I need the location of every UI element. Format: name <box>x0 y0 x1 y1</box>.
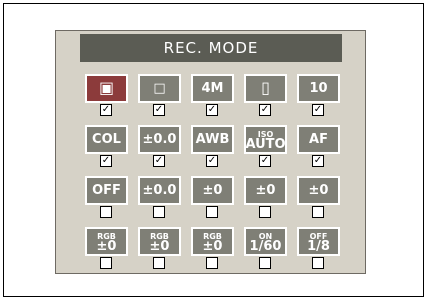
menu-item-r1-c5[interactable]: 10 <box>297 74 340 103</box>
color-mode-icon: COL <box>92 132 121 147</box>
menu-item-r3-c2[interactable]: ±0.0 <box>138 176 181 205</box>
single-frame-icon: □ <box>153 81 166 96</box>
face-detect-icon: OFF <box>92 183 121 198</box>
menu-item-r3-c3[interactable]: ±0 <box>191 176 234 205</box>
menu-item-r2-c5[interactable]: AF <box>297 125 340 154</box>
menu-item-value: ±0 <box>202 238 223 254</box>
menu-item-r3-c4[interactable]: ±0 <box>244 176 287 205</box>
image-size-icon: 4M <box>201 81 224 96</box>
menu-item-value: ±0 <box>96 238 117 254</box>
menu-item-r1-c2[interactable]: □ <box>138 74 181 103</box>
menu-title: REC. MODE <box>80 34 342 62</box>
menu-item-value: 1/60 <box>249 238 282 254</box>
menu-item-value: AF <box>309 132 328 147</box>
menu-item-r4-c2[interactable]: RGB ±0 <box>138 227 181 256</box>
program-camera-icon: ▣ <box>99 80 114 96</box>
menu-item-value: 10 <box>309 81 328 96</box>
checkbox-r2-c2[interactable]: ✓ <box>153 155 165 167</box>
menu-item-value: ±0 <box>202 183 223 198</box>
blue-adjust-icon: RGB ±0 <box>202 232 223 254</box>
menu-item-r4-c3[interactable]: RGB ±0 <box>191 227 234 256</box>
checkbox-r2-c4[interactable]: ✓ <box>259 155 271 167</box>
checkbox-r4-c2[interactable] <box>153 257 165 269</box>
memory-card-icon: ▯ <box>261 80 270 96</box>
checkbox-r1-c2[interactable]: ✓ <box>153 104 165 116</box>
checkbox-r3-c4[interactable] <box>259 206 271 218</box>
autofocus-icon: AF <box>309 132 328 147</box>
checkbox-r1-c5[interactable]: ✓ <box>312 104 324 116</box>
checkbox-r2-c3[interactable]: ✓ <box>206 155 218 167</box>
checkbox-r2-c5[interactable]: ✓ <box>312 155 324 167</box>
green-adjust-icon: RGB ±0 <box>149 232 170 254</box>
checkbox-r3-c5[interactable] <box>312 206 324 218</box>
menu-item-r1-c3[interactable]: 4M <box>191 74 234 103</box>
checkbox-r2-c1[interactable]: ✓ <box>100 155 112 167</box>
glyph: ▣ <box>98 78 115 97</box>
menu-item-value: 1/8 <box>307 238 330 254</box>
menu-item-value: ±0.0 <box>142 183 177 198</box>
menu-item-r4-c5[interactable]: OFF 1/8 <box>297 227 340 256</box>
menu-item-r1-c4[interactable]: ▯ <box>244 74 287 103</box>
checkbox-r1-c3[interactable]: ✓ <box>206 104 218 116</box>
menu-item-value: ±0 <box>255 183 276 198</box>
checkbox-r3-c2[interactable] <box>153 206 165 218</box>
menu-item-value: ±0 <box>308 183 329 198</box>
glyph: ▯ <box>261 78 270 97</box>
menu-item-r2-c3[interactable]: AWB <box>191 125 234 154</box>
checkbox-r4-c3[interactable] <box>206 257 218 269</box>
menu-item-r2-c1[interactable]: COL <box>85 125 128 154</box>
contrast-icon: ±0 <box>255 183 276 198</box>
checkbox-r3-c1[interactable] <box>100 206 112 218</box>
menu-item-value: OFF <box>92 183 121 198</box>
menu-item-r1-c1[interactable]: ▣ <box>85 74 128 103</box>
menu-item-value: COL <box>92 132 121 147</box>
menu-item-value: 4M <box>201 81 224 96</box>
white-balance-icon: AWB <box>195 132 230 147</box>
menu-item-r3-c5[interactable]: ±0 <box>297 176 340 205</box>
sharpness-icon: ±0 <box>308 183 329 198</box>
menu-item-value: □ <box>153 81 166 96</box>
checkbox-r1-c1[interactable]: ✓ <box>100 104 112 116</box>
menu-item-value: ±0 <box>149 238 170 254</box>
menu-item-r2-c4[interactable]: ISO AUTO <box>244 125 287 154</box>
flash-off-speed-icon: OFF 1/8 <box>307 232 330 254</box>
checkbox-r3-c3[interactable] <box>206 206 218 218</box>
saturation-icon: ±0 <box>202 183 223 198</box>
flash-comp-icon: ±0.0 <box>142 183 177 198</box>
self-timer-icon: 10 <box>309 81 328 96</box>
menu-item-r4-c4[interactable]: ON 1/60 <box>244 227 287 256</box>
red-adjust-icon: RGB ±0 <box>96 232 117 254</box>
menu-item-value: AUTO <box>245 136 286 152</box>
checkbox-r4-c5[interactable] <box>312 257 324 269</box>
menu-item-value: AWB <box>195 132 230 147</box>
iso-icon: ISO AUTO <box>245 130 286 152</box>
checkbox-r4-c1[interactable] <box>100 257 112 269</box>
menu-item-value: ±0.0 <box>142 132 177 147</box>
exposure-comp-icon: ±0.0 <box>142 132 177 147</box>
checkbox-r4-c4[interactable] <box>259 257 271 269</box>
flash-on-speed-icon: ON 1/60 <box>249 232 282 254</box>
menu-item-r4-c1[interactable]: RGB ±0 <box>85 227 128 256</box>
menu-item-r2-c2[interactable]: ±0.0 <box>138 125 181 154</box>
menu-item-r3-c1[interactable]: OFF <box>85 176 128 205</box>
checkbox-r1-c4[interactable]: ✓ <box>259 104 271 116</box>
